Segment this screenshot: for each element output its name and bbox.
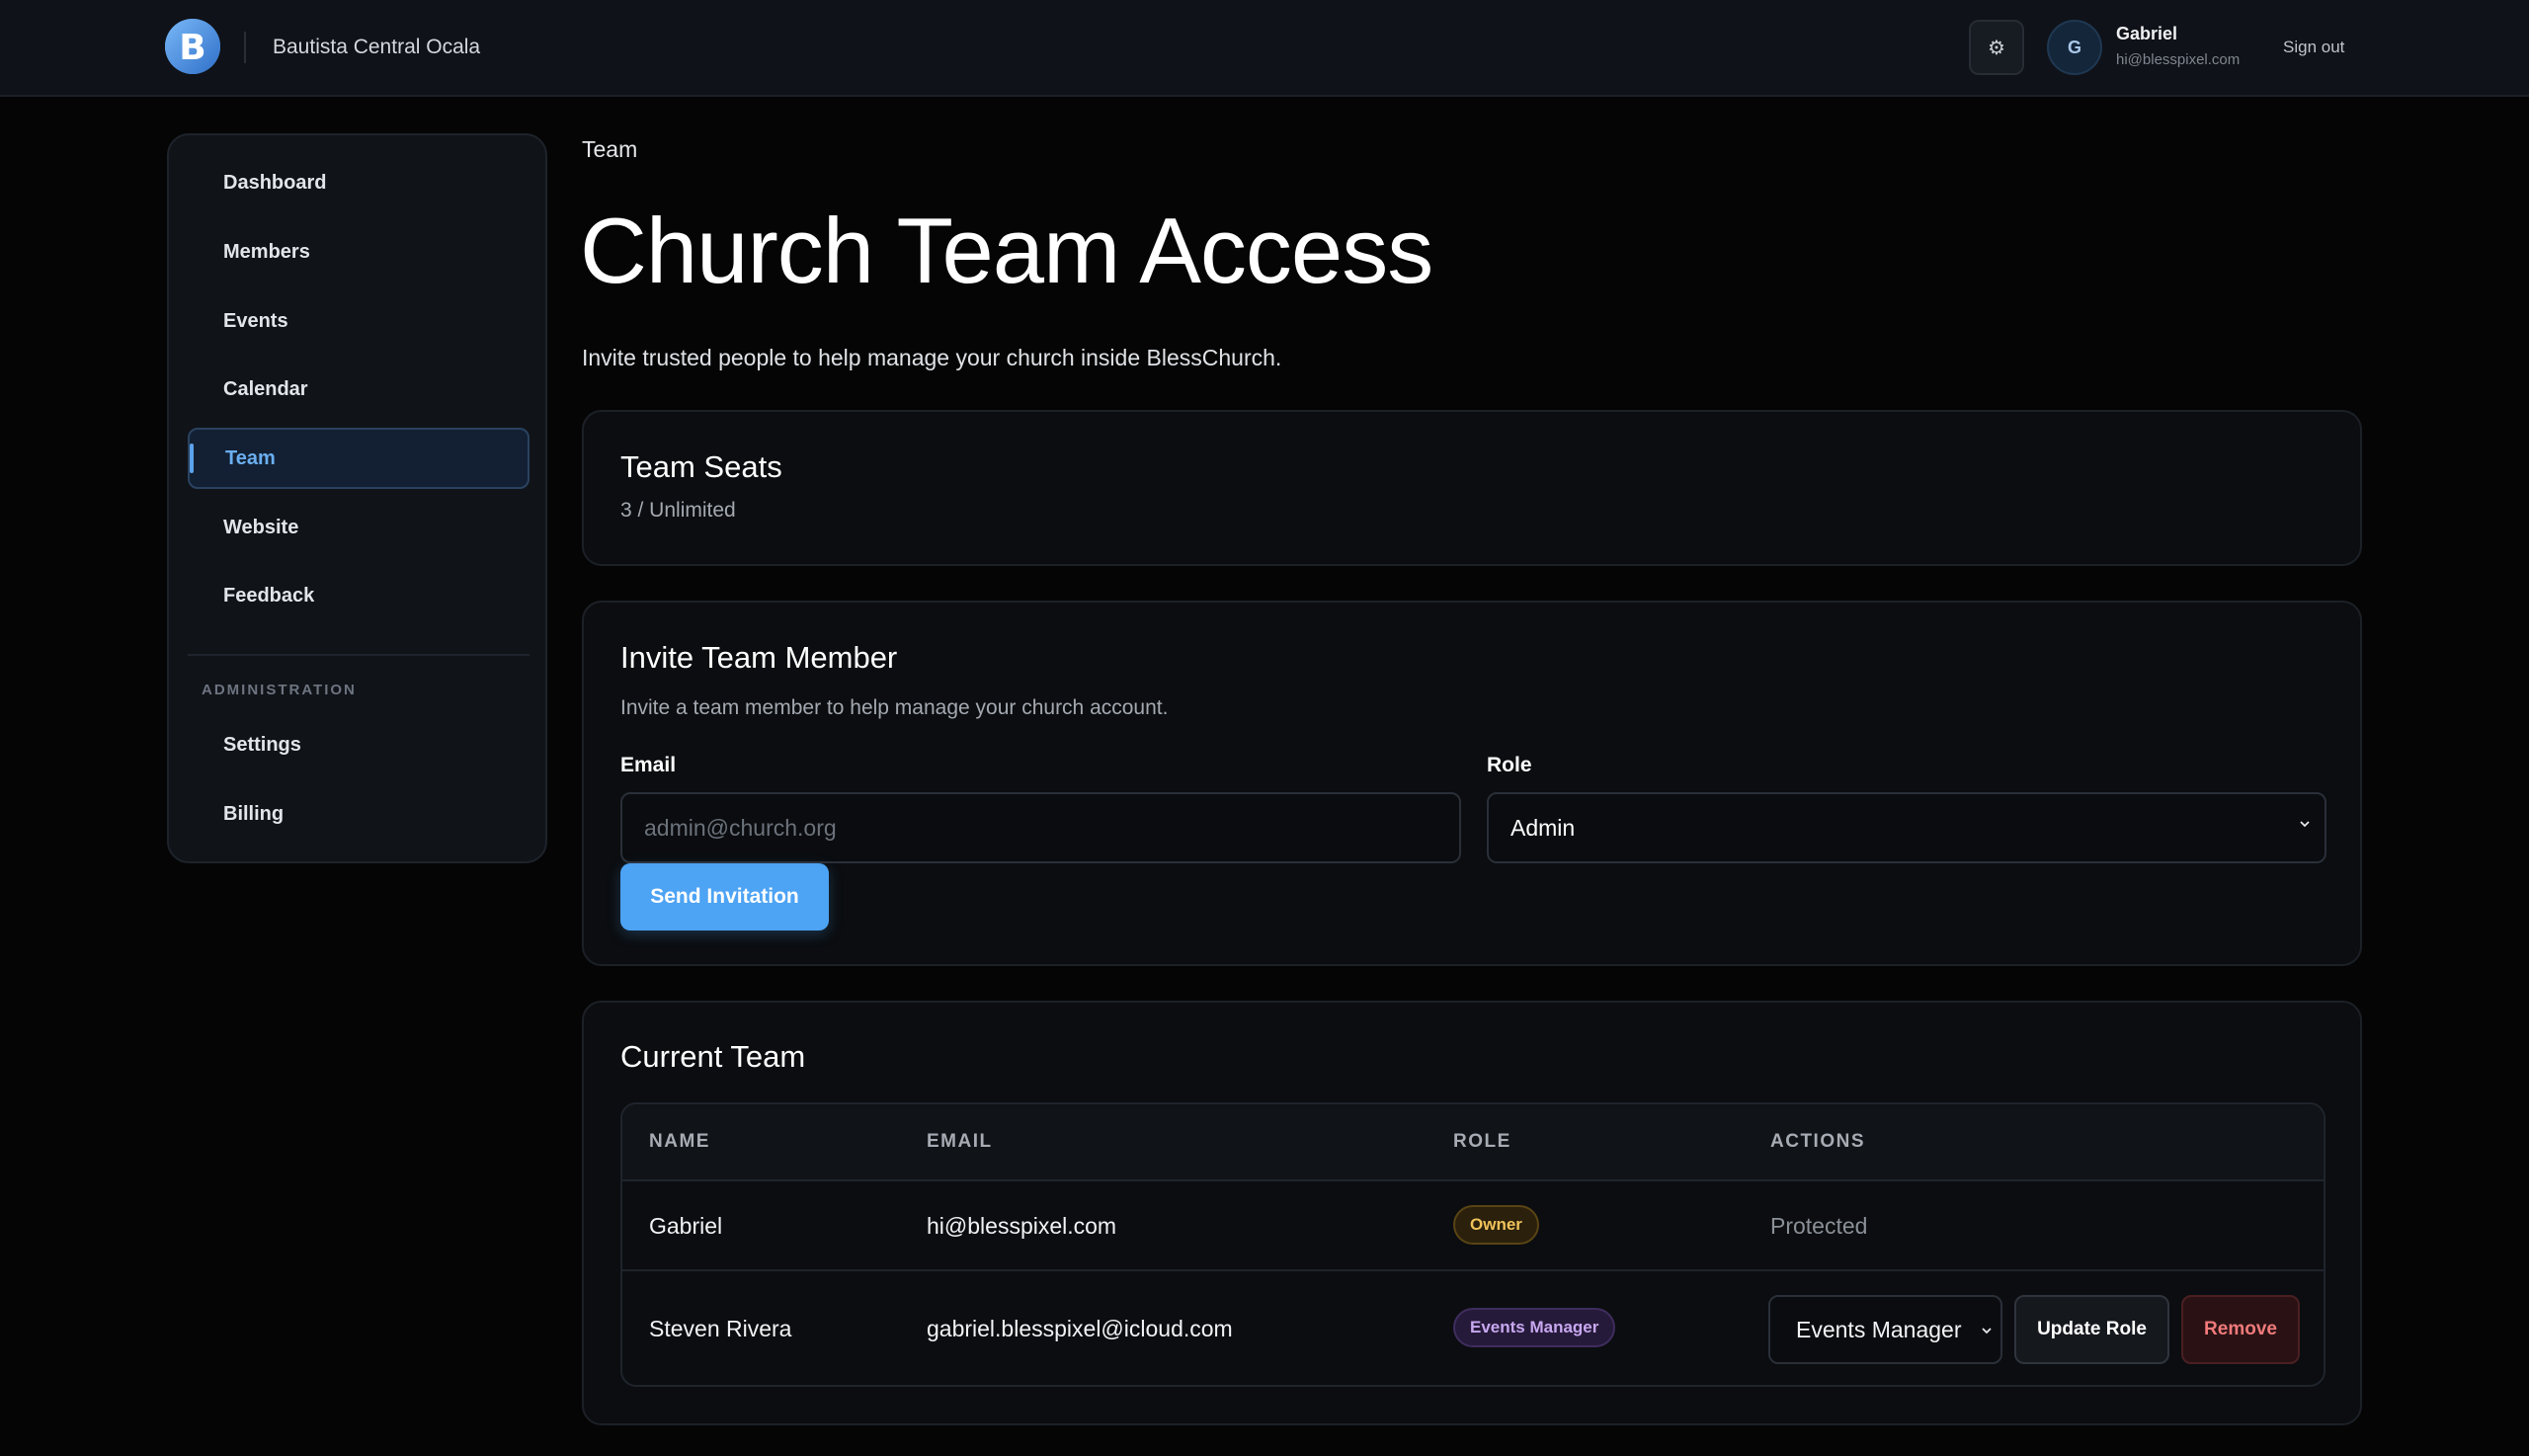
column-role: ROLE: [1453, 1131, 1511, 1152]
sidebar: Dashboard Members Events Calendar Team W…: [167, 133, 547, 863]
member-role-select[interactable]: Events Manager: [1768, 1295, 2002, 1364]
role-badge-owner: Owner: [1453, 1205, 1539, 1245]
sidebar-item-billing[interactable]: Billing: [188, 783, 530, 845]
role-select[interactable]: Admin: [1487, 792, 2326, 863]
team-table: NAME EMAIL ROLE ACTIONS Gabriel hi@bless…: [620, 1102, 2325, 1387]
sidebar-item-dashboard[interactable]: Dashboard: [188, 152, 530, 213]
chevron-down-icon: [1981, 1325, 1993, 1336]
invite-card: Invite Team Member Invite a team member …: [582, 601, 2362, 966]
role-label: Role: [1487, 754, 1532, 776]
send-invitation-button[interactable]: Send Invitation: [620, 863, 829, 930]
page-subtitle: Invite trusted people to help manage you…: [582, 345, 1282, 370]
sidebar-divider: [188, 654, 530, 656]
member-email: gabriel.blesspixel@icloud.com: [927, 1316, 1233, 1341]
church-name[interactable]: Bautista Central Ocala: [273, 36, 480, 59]
team-seats-title: Team Seats: [620, 449, 782, 484]
team-seats-value: 3 / Unlimited: [620, 499, 736, 522]
column-actions: ACTIONS: [1770, 1131, 1865, 1152]
member-name: Steven Rivera: [649, 1316, 792, 1341]
invite-title: Invite Team Member: [620, 640, 898, 675]
topbar-divider: [244, 32, 246, 63]
team-seats-card: Team Seats 3 / Unlimited: [582, 410, 2362, 566]
email-field[interactable]: admin@church.org: [620, 792, 1461, 863]
member-role-select-value: Events Manager: [1796, 1316, 1962, 1342]
sidebar-item-events[interactable]: Events: [188, 290, 530, 352]
protected-label: Protected: [1770, 1213, 1868, 1239]
current-team-title: Current Team: [620, 1039, 806, 1074]
blesschurch-logo[interactable]: B: [164, 17, 221, 76]
sidebar-item-feedback[interactable]: Feedback: [188, 565, 530, 626]
svg-text:B: B: [179, 28, 205, 68]
sidebar-item-members[interactable]: Members: [188, 221, 530, 283]
sidebar-item-website[interactable]: Website: [188, 497, 530, 558]
sidebar-item-settings[interactable]: Settings: [188, 714, 530, 775]
role-select-value: Admin: [1510, 814, 1576, 841]
table-row: Gabriel hi@blesspixel.com Owner Protecte…: [622, 1181, 2324, 1271]
table-row: Steven Rivera gabriel.blesspixel@icloud.…: [622, 1271, 2324, 1385]
email-placeholder: admin@church.org: [644, 814, 837, 841]
invite-description: Invite a team member to help manage your…: [620, 696, 1169, 719]
gear-icon: ⚙: [1988, 37, 2005, 59]
remove-member-button[interactable]: Remove: [2181, 1295, 2300, 1364]
user-email: hi@blesspixel.com: [2116, 51, 2241, 68]
member-email: hi@blesspixel.com: [927, 1213, 1117, 1239]
email-label: Email: [620, 754, 677, 776]
role-badge-events-manager: Events Manager: [1453, 1308, 1616, 1347]
column-email: EMAIL: [927, 1131, 993, 1152]
page-title: Church Team Access: [580, 199, 1433, 302]
sign-out-button[interactable]: Sign out: [2283, 38, 2344, 57]
member-name: Gabriel: [649, 1213, 723, 1239]
sidebar-item-team[interactable]: Team: [188, 428, 530, 489]
table-header: NAME EMAIL ROLE ACTIONS: [622, 1104, 2324, 1181]
sidebar-section-administration: ADMINISTRATION: [202, 682, 357, 698]
breadcrumb: Team: [582, 136, 638, 162]
avatar[interactable]: G: [2047, 20, 2102, 75]
column-name: NAME: [649, 1131, 710, 1152]
current-team-card: Current Team NAME EMAIL ROLE ACTIONS Gab…: [582, 1001, 2362, 1425]
settings-button[interactable]: ⚙: [1969, 20, 2024, 75]
sidebar-item-calendar[interactable]: Calendar: [188, 359, 530, 420]
update-role-button[interactable]: Update Role: [2014, 1295, 2169, 1364]
user-name: Gabriel: [2116, 24, 2178, 43]
chevron-down-icon: [2300, 821, 2310, 828]
top-bar: B Bautista Central Ocala ⚙ G Gabriel hi@…: [0, 0, 2529, 97]
